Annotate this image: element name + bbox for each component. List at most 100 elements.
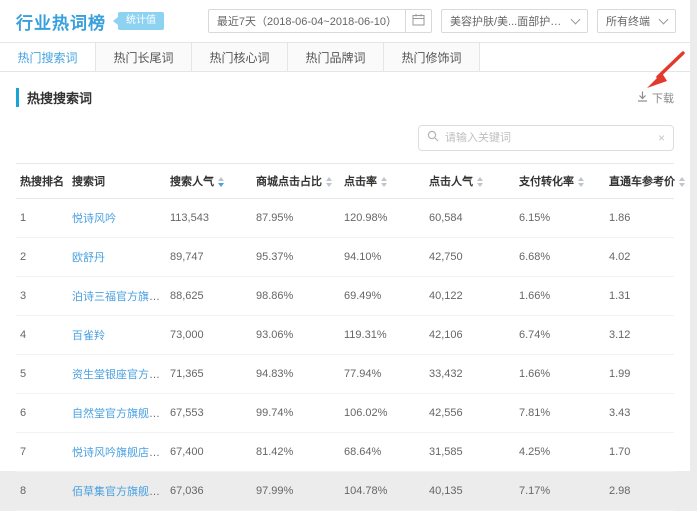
search-pop-cell: 88,625 — [166, 277, 252, 316]
stats-badge: 统计值 — [118, 12, 164, 30]
search-pop-cell: 67,400 — [166, 433, 252, 472]
tab-hot-search-words[interactable]: 热门搜索词 — [0, 43, 96, 71]
section-title: 热搜搜索词 — [16, 88, 92, 107]
search-input[interactable] — [445, 132, 652, 144]
ztc-price-cell: 1.86 — [605, 199, 674, 238]
table-body: 1 悦诗风吟 113,543 87.95% 120.98% 60,584 6.1… — [16, 199, 674, 511]
date-range-picker[interactable]: 最近7天（2018-06-04~2018-06-10） — [208, 9, 432, 33]
keyword-cell: 悦诗风吟旗舰店中文网 — [68, 433, 166, 472]
page-header: 行业热词榜 统计值 最近7天（2018-06-04~2018-06-10） — [0, 0, 690, 42]
chevron-down-icon — [659, 15, 669, 25]
rank-cell: 3 — [16, 277, 68, 316]
keyword-link[interactable]: 佰草集官方旗舰店官网 — [72, 486, 166, 498]
ctr-cell: 77.94% — [340, 355, 425, 394]
ztc-price-cell: 4.02 — [605, 238, 674, 277]
sort-control[interactable] — [477, 177, 483, 187]
search-icon — [427, 129, 439, 147]
tab-hot-brand-words[interactable]: 热门品牌词 — [288, 43, 384, 71]
tab-hot-longtail-words[interactable]: 热门长尾词 — [96, 43, 192, 71]
table-row: 3 泊诗三福官方旗舰店.. 88,625 98.86% 69.49% 40,12… — [16, 277, 674, 316]
tab-hot-core-words[interactable]: 热门核心词 — [192, 43, 288, 71]
cvr-cell: 6.15% — [515, 199, 605, 238]
search-pop-cell: 73,000 — [166, 316, 252, 355]
hot-words-table: 热搜排名 搜索词 搜索人气 商城点击占比 点击率 点击人气 支付转化率 直通车参… — [16, 163, 674, 511]
content-card: 行业热词榜 统计值 最近7天（2018-06-04~2018-06-10） — [0, 0, 690, 471]
table-row: 8 佰草集官方旗舰店官网 67,036 97.99% 104.78% 40,13… — [16, 472, 674, 511]
rank-cell: 6 — [16, 394, 68, 433]
keyword-link[interactable]: 泊诗三福官方旗舰店.. — [72, 291, 166, 303]
search-pop-cell: 71,365 — [166, 355, 252, 394]
download-icon — [637, 91, 648, 105]
keyword-cell: 欧舒丹 — [68, 238, 166, 277]
cvr-cell: 6.68% — [515, 238, 605, 277]
rank-cell: 5 — [16, 355, 68, 394]
keyword-link[interactable]: 悦诗风吟 — [72, 213, 116, 225]
cvr-cell: 1.66% — [515, 355, 605, 394]
terminal-dropdown-value: 所有终端 — [598, 13, 658, 29]
mall-ratio-cell: 99.74% — [252, 394, 340, 433]
tab-bar: 热门搜索词 热门长尾词 热门核心词 热门品牌词 热门修饰词 — [0, 42, 690, 72]
download-button[interactable]: 下载 — [637, 90, 674, 106]
mall-ratio-cell: 97.99% — [252, 472, 340, 511]
keyword-cell: 泊诗三福官方旗舰店.. — [68, 277, 166, 316]
click-pop-cell: 33,432 — [425, 355, 515, 394]
keyword-cell: 悦诗风吟 — [68, 199, 166, 238]
col-rank: 热搜排名 — [16, 164, 68, 199]
keyword-link[interactable]: 悦诗风吟旗舰店中文网 — [72, 447, 166, 459]
calendar-icon — [412, 13, 425, 29]
click-pop-cell: 42,750 — [425, 238, 515, 277]
ctr-cell: 94.10% — [340, 238, 425, 277]
sort-control[interactable] — [381, 177, 387, 187]
table-row: 5 资生堂银座官方旗舰店 71,365 94.83% 77.94% 33,432… — [16, 355, 674, 394]
col-search-popularity[interactable]: 搜索人气 — [166, 164, 252, 199]
table-row: 7 悦诗风吟旗舰店中文网 67,400 81.42% 68.64% 31,585… — [16, 433, 674, 472]
ctr-cell: 120.98% — [340, 199, 425, 238]
rank-cell: 2 — [16, 238, 68, 277]
download-label: 下载 — [652, 90, 674, 106]
keyword-link[interactable]: 百雀羚 — [72, 330, 105, 342]
table-header-row: 热搜排名 搜索词 搜索人气 商城点击占比 点击率 点击人气 支付转化率 直通车参… — [16, 164, 674, 199]
search-pop-cell: 113,543 — [166, 199, 252, 238]
sort-control[interactable] — [679, 177, 685, 187]
calendar-button[interactable] — [405, 9, 431, 33]
table-row: 1 悦诗风吟 113,543 87.95% 120.98% 60,584 6.1… — [16, 199, 674, 238]
click-pop-cell: 40,122 — [425, 277, 515, 316]
ctr-cell: 104.78% — [340, 472, 425, 511]
ctr-cell: 119.31% — [340, 316, 425, 355]
ztc-price-cell: 1.31 — [605, 277, 674, 316]
col-ztc-ref-price[interactable]: 直通车参考价 — [605, 164, 674, 199]
table-row: 2 欧舒丹 89,747 95.37% 94.10% 42,750 6.68% … — [16, 238, 674, 277]
keyword-link[interactable]: 自然堂官方旗舰店官.. — [72, 408, 166, 420]
rank-cell: 8 — [16, 472, 68, 511]
keyword-link[interactable]: 资生堂银座官方旗舰店 — [72, 369, 166, 381]
keyword-link[interactable]: 欧舒丹 — [72, 252, 105, 264]
section-header: 热搜搜索词 下载 — [0, 72, 690, 107]
cvr-cell: 4.25% — [515, 433, 605, 472]
table-row: 6 自然堂官方旗舰店官.. 67,553 99.74% 106.02% 42,5… — [16, 394, 674, 433]
sort-control[interactable] — [326, 177, 332, 187]
click-pop-cell: 40,135 — [425, 472, 515, 511]
date-range-label: 最近7天（2018-06-04~2018-06-10） — [209, 13, 405, 29]
ztc-price-cell: 1.70 — [605, 433, 674, 472]
ctr-cell: 106.02% — [340, 394, 425, 433]
col-click-rate[interactable]: 点击率 — [340, 164, 425, 199]
mall-ratio-cell: 93.06% — [252, 316, 340, 355]
click-pop-cell: 42,556 — [425, 394, 515, 433]
col-pay-conversion[interactable]: 支付转化率 — [515, 164, 605, 199]
terminal-dropdown[interactable]: 所有终端 — [597, 9, 676, 33]
rank-cell: 7 — [16, 433, 68, 472]
clear-icon[interactable]: × — [658, 132, 665, 144]
col-mall-click-ratio[interactable]: 商城点击占比 — [252, 164, 340, 199]
col-click-popularity[interactable]: 点击人气 — [425, 164, 515, 199]
cvr-cell: 1.66% — [515, 277, 605, 316]
sort-control[interactable] — [218, 177, 224, 187]
category-dropdown[interactable]: 美容护肤/美...面部护理套装 — [441, 9, 588, 33]
ztc-price-cell: 1.99 — [605, 355, 674, 394]
tab-hot-modifier-words[interactable]: 热门修饰词 — [384, 43, 480, 71]
keyword-cell: 百雀羚 — [68, 316, 166, 355]
search-box: × — [418, 125, 674, 151]
keyword-cell: 自然堂官方旗舰店官.. — [68, 394, 166, 433]
mall-ratio-cell: 95.37% — [252, 238, 340, 277]
mall-ratio-cell: 87.95% — [252, 199, 340, 238]
sort-control[interactable] — [578, 177, 584, 187]
